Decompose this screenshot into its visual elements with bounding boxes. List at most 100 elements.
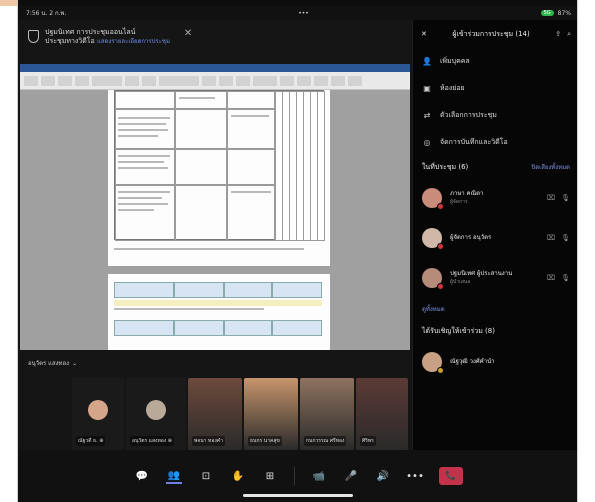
action-manage-recordings[interactable]: ◎ จัดการบันทึกและวิดีโอ	[413, 129, 577, 156]
in-meeting-label: ในที่ประชุม (6)	[422, 162, 469, 171]
more-options-icon[interactable]: •••	[406, 468, 424, 484]
share-icon[interactable]: ⇪	[555, 30, 561, 39]
panel-header-actions: ⇪ ⌕	[555, 30, 571, 39]
raise-hand-icon[interactable]: ✋	[230, 468, 246, 484]
shield-icon	[28, 30, 39, 43]
record-icon: ◎	[423, 138, 431, 147]
avatar	[422, 228, 444, 250]
document-body	[20, 90, 410, 350]
participant-info: ผู้จัดการ อนุวัตร	[450, 234, 491, 242]
meeting-stage: ปฐมนิเทศ การประชุมออนไลน์ ประชุมทางวิดีโ…	[18, 20, 412, 450]
participant-row[interactable]: ปฐมนิเทศ ผู้ประสานงาน ผู้นำเสนอ ⌧ 🎙	[413, 258, 577, 298]
avatar	[422, 268, 444, 290]
participants-panel: ✕ ผู้เข้าร่วมการประชุม (14) ⇪ ⌕ 👤 เพิ่มบ…	[412, 20, 577, 450]
avatar	[422, 188, 444, 210]
document-page-2	[108, 274, 330, 350]
meeting-subtitle: ประชุมทางวิดีโอ แสดงรายละเอียดการประชุม	[45, 37, 170, 46]
avatar	[146, 400, 166, 420]
participant-name: ณัฐวดี ธ. ⊕	[76, 436, 106, 446]
signal-badge: 5G	[540, 10, 554, 16]
speaker-icon[interactable]: 🔊	[375, 468, 391, 484]
invited-section: ได้รับเชิญให้เข้าร่วม (8)	[413, 320, 577, 342]
close-icon[interactable]: ✕	[184, 28, 192, 39]
status-badge	[437, 203, 444, 210]
participant-tile[interactable]: อนุวัตร แสงทอง ⊕	[126, 378, 186, 450]
battery-level: 87%	[557, 9, 571, 17]
shared-document[interactable]	[20, 64, 410, 350]
in-meeting-section: ในที่ประชุม (6) ปิดเสียงทั้งหมด	[413, 156, 577, 178]
meeting-header: ปฐมนิเทศ การประชุมออนไลน์ ประชุมทางวิดีโ…	[18, 20, 412, 60]
participant-name: พจนา ทองคำ	[192, 436, 225, 446]
participant-info: ณัฐวุฒิ วงศ์คำนำ	[450, 358, 495, 366]
share-screen-icon[interactable]: ⊡	[198, 468, 214, 484]
see-all-link[interactable]: ดูทั้งหมด	[413, 298, 577, 320]
action-meeting-options[interactable]: ⇄ ตัวเลือกการประชุม	[413, 102, 577, 129]
mic-off-icon[interactable]: 🎙	[561, 274, 570, 282]
camera-icon[interactable]: 📹	[311, 468, 327, 484]
action-breakout-rooms[interactable]: ▣ ห้องย่อย	[413, 75, 577, 102]
avatar	[422, 352, 444, 374]
participant-name: ภาษา คณิตา	[450, 190, 484, 197]
action-label: จัดการบันทึกและวิดีโอ	[440, 138, 508, 146]
add-person-icon: 👤	[422, 57, 432, 66]
participant-controls: ⌧ 🎙	[547, 194, 570, 202]
options-icon: ⇄	[423, 111, 431, 120]
participant-controls: ⌧ 🎙	[547, 274, 570, 282]
status-badge	[437, 243, 444, 250]
meeting-details-link[interactable]: แสดงรายละเอียดการประชุม	[97, 38, 170, 45]
breakout-rooms-icon[interactable]: ⊞	[262, 468, 278, 484]
mute-all-button[interactable]: ปิดเสียงทั้งหมด	[531, 162, 570, 172]
meeting-title: ปฐมนิเทศ การประชุมออนไลน์	[45, 28, 136, 36]
participant-video[interactable]: กนกวรรณ ศรีทอง	[300, 378, 354, 450]
participant-tile[interactable]: ณัฐวดี ธ. ⊕	[72, 378, 124, 450]
presenter-label[interactable]: อนุวัตร แสงทอง ⌄	[28, 358, 77, 368]
multitask-dots[interactable]: •••	[298, 10, 309, 17]
participant-name: ศิริพร	[360, 436, 376, 446]
participant-row[interactable]: ภาษา คณิตา ผู้จัดการ ⌧ 🎙	[413, 178, 577, 218]
hang-up-button[interactable]: 📞	[439, 467, 463, 485]
participant-row[interactable]: ผู้จัดการ อนุวัตร ⌧ 🎙	[413, 218, 577, 258]
status-badge	[437, 367, 444, 374]
chevron-down-icon: ⌄	[72, 359, 78, 367]
invited-label: ได้รับเชิญให้เข้าร่วม (8)	[422, 326, 495, 335]
participant-video[interactable]: ธนกร นาคสุข	[244, 378, 298, 450]
participant-name: ปฐมนิเทศ ผู้ประสานงาน	[450, 270, 513, 277]
participant-name: กนกวรรณ ศรีทอง	[304, 436, 347, 446]
panel-header: ✕ ผู้เข้าร่วมการประชุม (14) ⇪ ⌕	[413, 20, 577, 48]
panel-title: ผู้เข้าร่วมการประชุม (14)	[452, 29, 530, 38]
close-panel-icon[interactable]: ✕	[421, 30, 427, 38]
participant-video[interactable]: พจนา ทองคำ	[188, 378, 242, 450]
status-right: 5G 87%	[540, 9, 571, 17]
meeting-subtitle-text: ประชุมทางวิดีโอ	[45, 37, 95, 45]
participant-name: อนุวัตร แสงทอง ⊕	[130, 436, 174, 446]
participant-video[interactable]: ศิริพร	[356, 378, 408, 450]
meeting-info: ปฐมนิเทศ การประชุมออนไลน์ ประชุมทางวิดีโ…	[45, 28, 170, 46]
camera-off-icon: ⌧	[547, 194, 556, 202]
participant-role: ผู้นำเสนอ	[450, 279, 471, 285]
action-add-person[interactable]: 👤 เพิ่มบุคคล	[413, 48, 577, 75]
action-label: เพิ่มบุคคล	[440, 57, 470, 65]
document-ribbon	[20, 72, 410, 90]
search-icon[interactable]: ⌕	[567, 30, 571, 39]
camera-off-icon: ⌧	[547, 274, 556, 282]
mic-off-icon[interactable]: 🎙	[561, 194, 570, 202]
mic-off-icon[interactable]: 🎙	[561, 234, 570, 242]
invited-row[interactable]: ณัฐวุฒิ วงศ์คำนำ	[413, 342, 577, 382]
people-icon[interactable]: 👥	[166, 468, 182, 484]
chat-icon[interactable]: 💬	[134, 468, 150, 484]
participant-name: ผู้จัดการ อนุวัตร	[450, 234, 492, 241]
participant-name: ธนกร นาคสุข	[248, 436, 282, 446]
participant-controls: ⌧ 🎙	[547, 234, 570, 242]
camera-off-icon: ⌧	[547, 234, 556, 242]
status-time: 7:56 น. 2 ก.พ.	[26, 10, 67, 17]
tablet-frame: 7:56 น. 2 ก.พ. ••• 5G 87% ปฐมนิเทศ การปร…	[17, 0, 578, 502]
action-label: ห้องย่อย	[440, 84, 465, 92]
status-bar: 7:56 น. 2 ก.พ. ••• 5G 87%	[18, 6, 577, 20]
home-indicator[interactable]	[243, 494, 353, 497]
document-page	[108, 90, 330, 266]
status-badge	[437, 283, 444, 290]
participant-role: ผู้จัดการ	[450, 199, 468, 205]
rooms-icon: ▣	[423, 84, 431, 93]
microphone-icon[interactable]: 🎤	[343, 468, 359, 484]
action-label: ตัวเลือกการประชุม	[440, 111, 497, 119]
